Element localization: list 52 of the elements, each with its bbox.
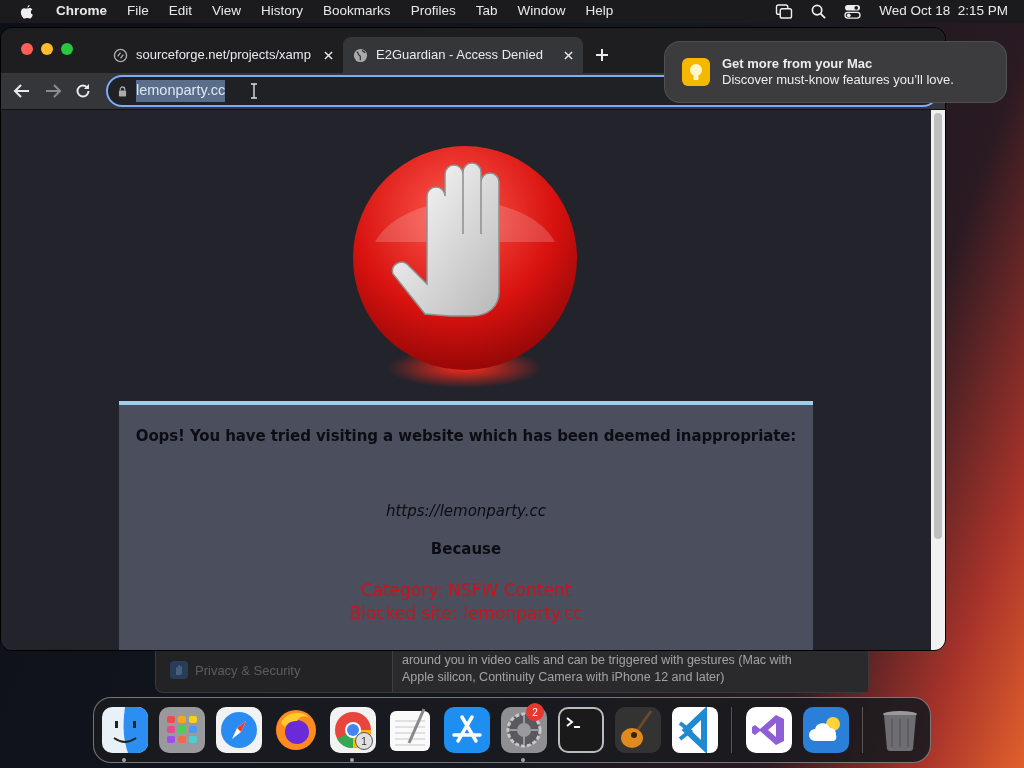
lightbulb-icon: [682, 58, 710, 86]
notification-title: Get more from your Mac: [722, 56, 874, 72]
blocked-url: https://lemonparty.cc: [385, 500, 547, 522]
cloud-sun-icon[interactable]: [802, 707, 849, 753]
zoom-window-button[interactable]: [61, 42, 73, 55]
app-grid-icon[interactable]: [158, 707, 205, 753]
hand-icon: [170, 661, 188, 679]
menu-item[interactable]: Bookmarks: [323, 1, 391, 22]
menu-item[interactable]: Profiles: [410, 1, 456, 22]
search-icon[interactable]: [811, 4, 827, 19]
lock-icon: [118, 85, 127, 97]
menu-item[interactable]: Help: [585, 1, 614, 22]
gear-icon[interactable]: [500, 707, 547, 753]
code-icon[interactable]: [671, 707, 718, 753]
block-reason: Blocked site: lemonparty.cc: [349, 601, 583, 625]
browser-tab[interactable]: E2Guardian - Access Denied: [343, 37, 583, 73]
globe-icon: [353, 47, 368, 63]
minimize-window-button[interactable]: [41, 42, 53, 55]
menu-item[interactable]: File: [127, 1, 149, 22]
description-text: around you in video calls and can be triggered with gestures (Mac with Apple silicon, Continuity Camera with iPhone 12 and later): [402, 652, 793, 686]
block-heading: Oops! You have tried visiting a website which has been deemed inappropriate:: [135, 426, 797, 447]
new-tab-icon[interactable]: [595, 47, 609, 62]
close-icon[interactable]: [564, 50, 573, 60]
menu-item[interactable]: History: [261, 1, 304, 22]
browser-tab[interactable]: sourceforge.net/projects/xamp: [103, 37, 343, 73]
guitar-icon[interactable]: [614, 707, 661, 753]
app-menu[interactable]: Chrome: [56, 1, 107, 22]
back-icon[interactable]: [13, 83, 31, 99]
text-cursor-icon: [250, 83, 259, 99]
menu-item[interactable]: Window: [517, 1, 566, 22]
close-icon[interactable]: [324, 50, 333, 60]
circle-logo-icon[interactable]: [329, 707, 376, 753]
notification-badge: 2: [526, 703, 544, 721]
face-icon[interactable]: [101, 707, 148, 753]
menu-item[interactable]: Tab: [475, 1, 498, 22]
because-label: Because: [430, 539, 502, 560]
control-center-icon[interactable]: [844, 4, 862, 19]
menu-bar-clock[interactable]: Wed Oct 18 2:15 PM: [879, 1, 1008, 22]
terminal-icon[interactable]: [557, 707, 604, 753]
apple-icon[interactable]: [20, 3, 34, 20]
menu-item[interactable]: Edit: [168, 1, 193, 22]
screens-icon[interactable]: [775, 4, 794, 19]
scrollbar-thumb[interactable]: [934, 113, 942, 539]
block-reason: Category: NSFW Content: [360, 578, 572, 602]
site-icon: [113, 47, 128, 63]
app-store-icon[interactable]: [443, 707, 490, 753]
infinity-icon[interactable]: [745, 707, 792, 753]
menu-item[interactable]: View: [212, 1, 242, 22]
reload-icon[interactable]: [75, 83, 91, 99]
close-window-button[interactable]: [21, 42, 33, 55]
compass-icon[interactable]: [215, 707, 262, 753]
forward-icon[interactable]: [44, 83, 62, 99]
